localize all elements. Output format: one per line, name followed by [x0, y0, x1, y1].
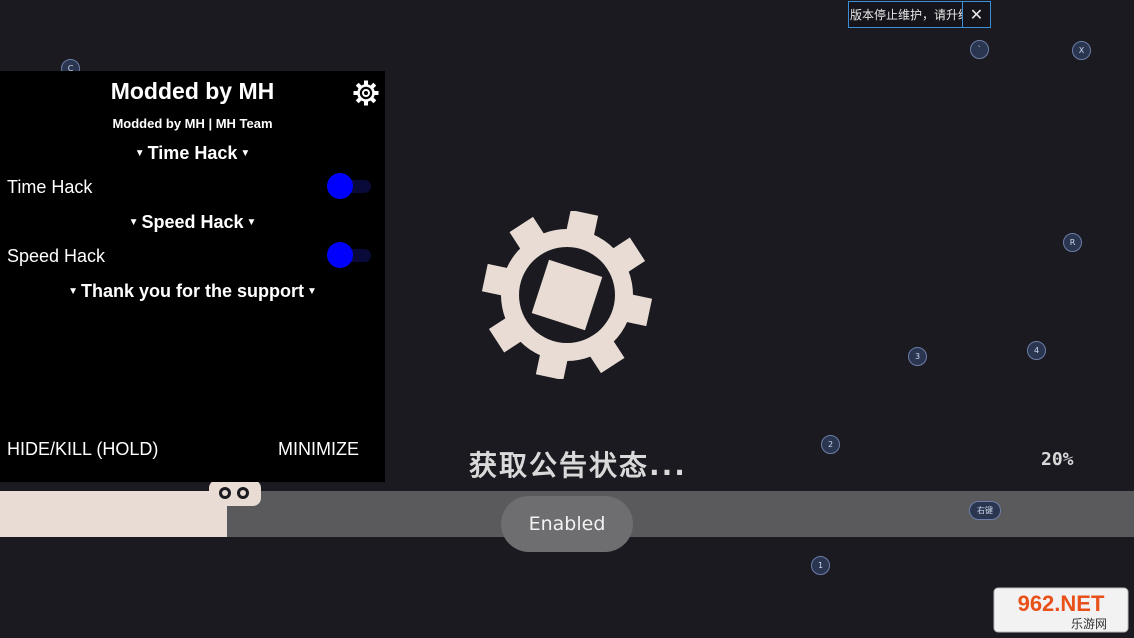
section-label: Speed Hack [141, 212, 244, 232]
key-badge-right-click[interactable]: 右键 [969, 501, 1001, 520]
speed-hack-toggle[interactable] [327, 242, 371, 268]
mod-menu-title: Modded by MH [110, 78, 275, 104]
settings-gear-icon[interactable] [353, 80, 379, 106]
triangle-down-icon: ▼ [246, 217, 257, 228]
key-badge-4[interactable]: 4 [1027, 341, 1046, 360]
mod-menu-subtitle: Modded by MH | MH Team [112, 116, 273, 131]
loading-percent: 20% [1041, 449, 1074, 470]
enabled-toast: Enabled [501, 496, 633, 552]
key-badge-2[interactable]: 2 [821, 435, 840, 454]
watermark-main-text: 962.NET [1018, 591, 1105, 616]
triangle-down-icon: ▼ [240, 148, 251, 159]
toggle-knob [327, 173, 353, 199]
triangle-down-icon: ▼ [68, 286, 78, 297]
time-hack-label: Time Hack [7, 177, 93, 197]
key-badge-1[interactable]: 1 [811, 556, 830, 575]
triangle-down-icon: ▼ [134, 148, 145, 159]
speed-hack-label: Speed Hack [7, 246, 106, 266]
key-badge-r[interactable]: R [1063, 233, 1082, 252]
key-badge-backtick[interactable]: ` [970, 40, 989, 59]
time-hack-toggle[interactable] [327, 173, 371, 199]
section-label: Time Hack [147, 143, 238, 163]
site-watermark-logo: 962.NET 乐游网 [993, 587, 1129, 633]
minimize-button[interactable]: MINIMIZE [278, 439, 359, 460]
loading-gear-logo [482, 211, 652, 379]
section-time-hack[interactable]: ▼ Time Hack ▼ [0, 143, 385, 164]
watermark-sub-text: 乐游网 [1071, 617, 1107, 631]
hide-kill-button[interactable]: HIDE/KILL (HOLD) [7, 439, 158, 460]
update-notice-bar: 版本停止维护，请升级 ✕ [848, 1, 991, 28]
loading-status-text: 获取公告状态... [469, 449, 687, 482]
close-icon[interactable]: ✕ [962, 2, 990, 27]
toggle-knob [327, 242, 353, 268]
update-notice-text: 版本停止维护，请升级 [850, 8, 962, 22]
triangle-down-icon: ▼ [128, 217, 139, 228]
key-badge-x[interactable]: X [1072, 41, 1091, 60]
triangle-down-icon: ▼ [307, 286, 317, 297]
key-badge-3[interactable]: 3 [908, 347, 927, 366]
mod-menu-panel: Modded by MH Modded by MH | MH Team ▼ Tim… [0, 71, 385, 482]
section-speed-hack[interactable]: ▼ Speed Hack ▼ [0, 212, 385, 233]
section-thanks[interactable]: ▼ Thank you for the support ▼ [0, 281, 385, 302]
section-label: Thank you for the support [81, 281, 304, 301]
